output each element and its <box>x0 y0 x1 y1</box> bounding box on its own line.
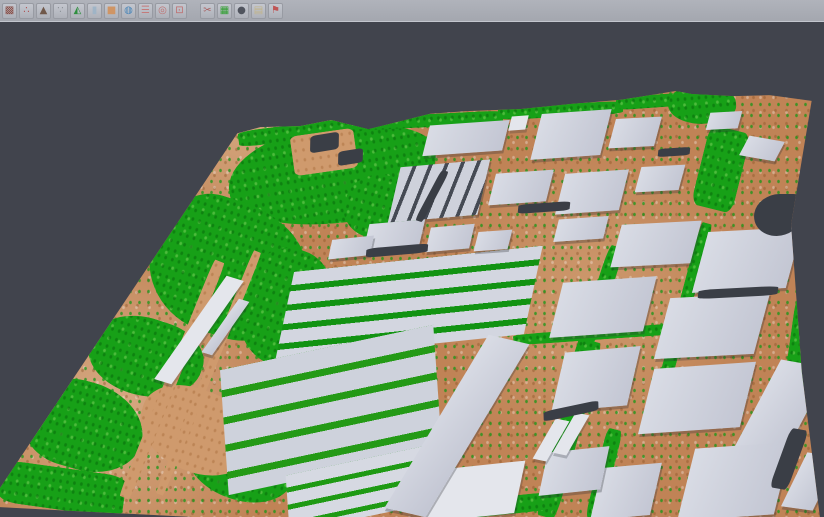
selection-icon[interactable]: ⊡ <box>172 3 187 19</box>
field-patch <box>691 124 752 214</box>
warehouse-roof <box>739 136 785 162</box>
warehouse-roof <box>474 230 513 252</box>
orthophoto-icon[interactable]: ■ <box>104 3 119 19</box>
mesh-icon[interactable]: ▲ <box>36 3 51 19</box>
notes-icon[interactable]: ▤ <box>251 3 266 19</box>
warehouse-roof <box>608 117 662 149</box>
warehouse-roof <box>508 115 529 130</box>
warehouse-roof <box>425 224 475 252</box>
warehouse-roof <box>530 109 611 160</box>
main-toolbar: ▩∴▲∵◭▮■◍☰◎⊡ ✂▦●▤⚑ <box>0 0 824 22</box>
terrain-point-cloud <box>0 23 824 517</box>
shadow-blob <box>750 194 805 236</box>
application-window: { "app": {"name": "photogrammetry-3d-vie… <box>0 0 824 517</box>
dtm-icon[interactable]: ◭ <box>70 3 85 19</box>
warehouse-roof <box>549 276 657 338</box>
warehouse-roof <box>553 216 608 242</box>
warehouse-roof <box>635 165 686 193</box>
warehouse-roof <box>692 227 802 293</box>
viewport-3d[interactable] <box>0 23 824 517</box>
settings-icon[interactable]: ◎ <box>155 3 170 19</box>
profile-icon[interactable]: ▮ <box>87 3 102 19</box>
point-cloud-icon[interactable]: ∴ <box>19 3 34 19</box>
sphere-icon[interactable]: ● <box>234 3 249 19</box>
warehouse-roof <box>638 362 756 434</box>
open-project-icon[interactable]: ▩ <box>2 3 17 19</box>
warehouse-roof <box>654 293 770 359</box>
crop-icon[interactable]: ✂ <box>200 3 215 19</box>
shadow-gap <box>658 147 691 157</box>
warehouse-roof <box>610 221 701 268</box>
sparse-points-icon[interactable]: ∵ <box>53 3 68 19</box>
warehouse-roof <box>706 111 743 130</box>
flag-icon[interactable]: ⚑ <box>268 3 283 19</box>
warehouse-roof <box>422 120 509 156</box>
globe-icon[interactable]: ◍ <box>121 3 136 19</box>
classification-icon[interactable]: ▦ <box>217 3 232 19</box>
report-icon[interactable]: ☰ <box>138 3 153 19</box>
warehouse-roof <box>488 170 554 206</box>
